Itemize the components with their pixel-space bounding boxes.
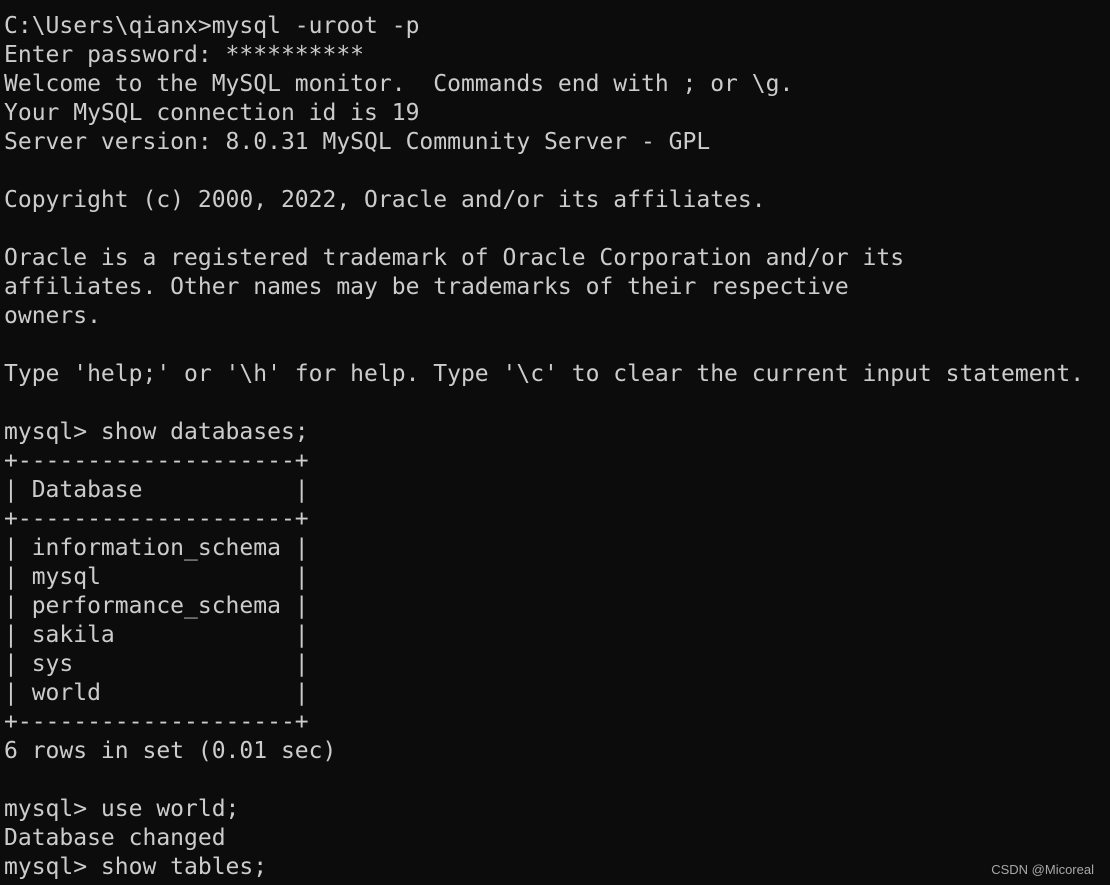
- terminal-line: Oracle is a registered trademark of Orac…: [4, 245, 905, 271]
- terminal-line: | sakila |: [4, 622, 309, 648]
- terminal-line: C:\Users\qianx>mysql -uroot -p: [4, 13, 420, 39]
- terminal-line: affiliates. Other names may be trademark…: [4, 274, 849, 300]
- watermark: CSDN @Micoreal: [991, 862, 1094, 877]
- terminal-line: +--------------------+: [4, 709, 309, 735]
- terminal-line: 6 rows in set (0.01 sec): [4, 738, 337, 764]
- terminal-line: mysql> show tables;: [4, 854, 268, 880]
- terminal-line: +--------------------+: [4, 448, 309, 474]
- terminal-line: mysql> use world;: [4, 796, 240, 822]
- terminal-line: Type 'help;' or '\h' for help. Type '\c'…: [4, 361, 1085, 387]
- terminal-line: Welcome to the MySQL monitor. Commands e…: [4, 71, 794, 97]
- terminal-line: Enter password: **********: [4, 42, 365, 68]
- terminal-line: Server version: 8.0.31 MySQL Community S…: [4, 129, 711, 155]
- terminal-line: | mysql |: [4, 564, 309, 590]
- terminal-output[interactable]: C:\Users\qianx>mysql -uroot -p Enter pass…: [4, 12, 1110, 882]
- terminal-line: | Database |: [4, 477, 309, 503]
- terminal-line: | sys |: [4, 651, 309, 677]
- terminal-line: | world |: [4, 680, 309, 706]
- terminal-line: | performance_schema |: [4, 593, 309, 619]
- terminal-line: Your MySQL connection id is 19: [4, 100, 420, 126]
- terminal-line: Copyright (c) 2000, 2022, Oracle and/or …: [4, 187, 766, 213]
- terminal-line: | information_schema |: [4, 535, 309, 561]
- terminal-line: +--------------------+: [4, 506, 309, 532]
- terminal-line: Database changed: [4, 825, 226, 851]
- terminal-line: mysql> show databases;: [4, 419, 309, 445]
- terminal-line: owners.: [4, 303, 101, 329]
